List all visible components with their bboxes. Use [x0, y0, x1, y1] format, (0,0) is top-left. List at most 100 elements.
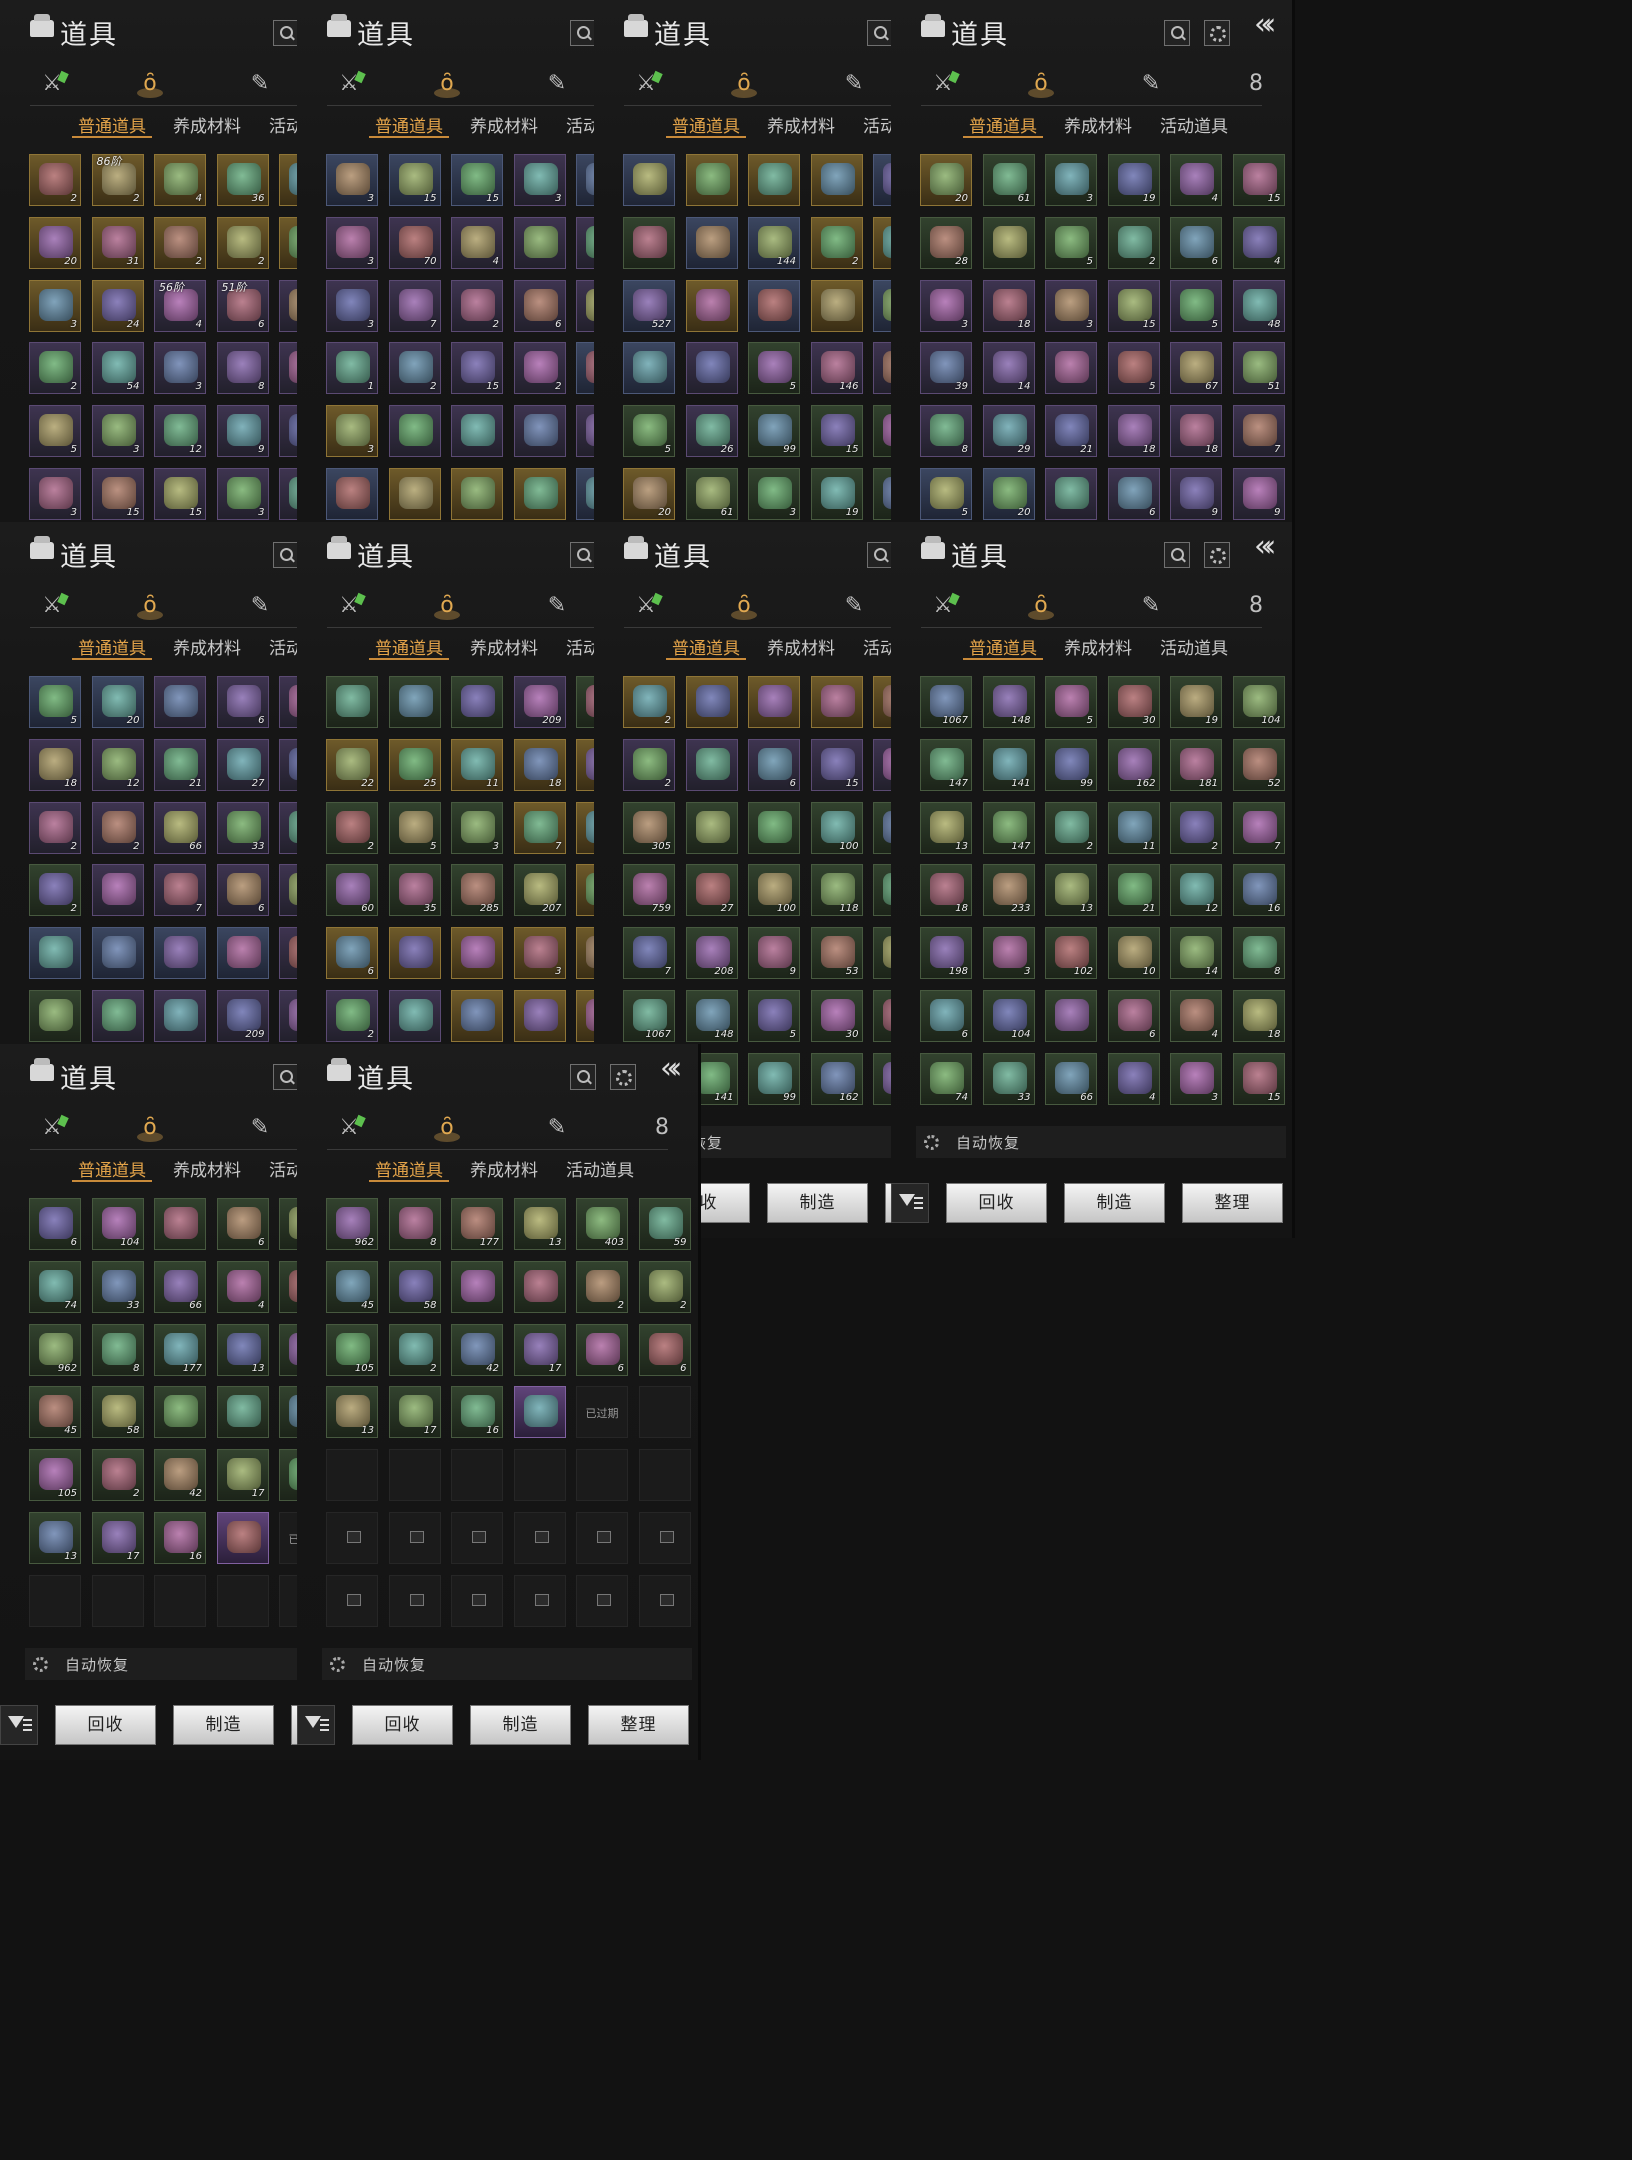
item-slot[interactable]: 5	[623, 405, 675, 458]
item-slot[interactable]: 66	[154, 801, 206, 854]
filter-icon[interactable]	[0, 1705, 38, 1745]
tab-common-items[interactable]: 普通道具	[369, 1156, 449, 1182]
item-slot[interactable]	[388, 468, 441, 520]
item-slot[interactable]: 147	[920, 738, 972, 791]
money-bag-icon[interactable]: ȏ	[135, 70, 165, 98]
item-slot[interactable]: 177	[154, 1323, 206, 1376]
item-slot[interactable]	[810, 676, 863, 728]
item-slot[interactable]: 7	[513, 801, 566, 854]
search-button[interactable]	[273, 20, 299, 46]
item-slot[interactable]	[388, 1449, 441, 1502]
item-slot[interactable]: 527	[623, 279, 675, 332]
search-button[interactable]	[867, 542, 893, 568]
tab-upgrade-materials[interactable]: 养成材料	[767, 634, 835, 659]
item-slot[interactable]: 105	[326, 1323, 378, 1376]
item-slot[interactable]	[326, 468, 378, 520]
tab-event-items[interactable]: 活动道具	[1160, 634, 1228, 659]
item-slot[interactable]: 118	[810, 864, 863, 917]
item-slot[interactable]: 9	[1170, 468, 1222, 520]
item-slot[interactable]: 42	[154, 1449, 206, 1502]
item-slot[interactable]: 10	[1107, 927, 1160, 980]
item-slot[interactable]: 198	[920, 927, 972, 980]
item-slot[interactable]: 99	[1045, 738, 1097, 791]
item-slot[interactable]: 12	[1170, 864, 1222, 917]
item-slot[interactable]: 11	[451, 738, 503, 791]
item-slot[interactable]: 18	[513, 738, 566, 791]
item-slot[interactable]: 13	[1045, 864, 1097, 917]
tab-common-items[interactable]: 普通道具	[963, 112, 1043, 138]
filter-icon[interactable]	[297, 1705, 335, 1745]
item-slot[interactable]	[388, 990, 441, 1042]
item-slot[interactable]	[451, 1512, 503, 1564]
item-slot[interactable]	[29, 927, 81, 980]
item-slot[interactable]: 已过期	[576, 1386, 628, 1439]
item-slot[interactable]: 15	[451, 154, 503, 206]
item-slot[interactable]	[1045, 342, 1097, 395]
tab-upgrade-materials[interactable]: 养成材料	[1064, 112, 1132, 137]
item-slot[interactable]: 6	[216, 1198, 269, 1250]
item-slot[interactable]	[216, 1512, 269, 1564]
item-slot[interactable]: 45	[326, 1260, 378, 1313]
item-slot[interactable]: 3	[451, 801, 503, 854]
item-slot[interactable]: 3	[748, 468, 800, 520]
item-slot[interactable]: 15	[1107, 279, 1160, 332]
recycle-button[interactable]: 回收	[55, 1705, 156, 1745]
scroll-icon[interactable]: ✎	[542, 70, 572, 98]
sort-button[interactable]: 整理	[588, 1705, 689, 1745]
item-slot[interactable]: 11	[1107, 801, 1160, 854]
item-slot[interactable]: 181	[1170, 738, 1222, 791]
item-slot[interactable]: 20	[982, 468, 1035, 520]
search-button[interactable]	[570, 542, 596, 568]
item-slot[interactable]	[216, 1386, 269, 1439]
item-slot[interactable]: 3	[29, 468, 81, 520]
item-slot[interactable]: 2	[1045, 801, 1097, 854]
item-slot[interactable]: 18	[982, 279, 1035, 332]
item-slot[interactable]	[685, 279, 738, 332]
item-slot[interactable]: 20	[920, 154, 972, 206]
item-slot[interactable]	[513, 468, 566, 520]
gourd-icon[interactable]: 8	[1241, 70, 1271, 98]
item-slot[interactable]: 2	[29, 801, 81, 854]
item-slot[interactable]: 20	[91, 676, 144, 728]
item-slot[interactable]: 61	[982, 154, 1035, 206]
item-slot[interactable]: 33	[216, 801, 269, 854]
item-slot[interactable]: 12	[154, 405, 206, 458]
item-slot[interactable]	[154, 990, 206, 1042]
money-bag-icon[interactable]: ȏ	[432, 592, 462, 620]
scroll-icon[interactable]: ✎	[245, 70, 275, 98]
item-slot[interactable]: 209	[513, 676, 566, 728]
back-arrow-icon[interactable]: «‹	[1254, 10, 1277, 40]
item-slot[interactable]: 13	[920, 801, 972, 854]
item-slot[interactable]	[154, 1574, 206, 1627]
item-slot[interactable]: 100	[810, 801, 863, 854]
item-slot[interactable]: 759	[623, 864, 675, 917]
item-slot[interactable]	[638, 1512, 691, 1564]
item-slot[interactable]: 8	[1232, 927, 1285, 980]
item-slot[interactable]: 962	[29, 1323, 81, 1376]
item-slot[interactable]: 7	[154, 864, 206, 917]
item-slot[interactable]: 59	[638, 1198, 691, 1250]
item-slot[interactable]	[638, 1574, 691, 1627]
item-slot[interactable]: 3	[1045, 154, 1097, 206]
back-arrow-icon[interactable]: «‹	[1254, 532, 1277, 562]
item-slot[interactable]: 19	[810, 468, 863, 520]
item-slot[interactable]: 42	[451, 1323, 503, 1376]
gear-icon[interactable]	[610, 1064, 636, 1090]
item-slot[interactable]: 33	[982, 1052, 1035, 1105]
item-slot[interactable]	[91, 927, 144, 980]
item-slot[interactable]: 2	[216, 216, 269, 269]
item-slot[interactable]: 61	[685, 468, 738, 520]
item-slot[interactable]: 21	[1045, 405, 1097, 458]
item-slot[interactable]: 208	[685, 927, 738, 980]
item-slot[interactable]: 2	[810, 216, 863, 269]
auto-restore-bar[interactable]: 自动恢复	[916, 1126, 1286, 1158]
money-bag-icon[interactable]: ȏ	[432, 1114, 462, 1142]
item-slot[interactable]: 4	[216, 1260, 269, 1313]
item-slot[interactable]	[1045, 468, 1097, 520]
item-slot[interactable]	[154, 1198, 206, 1250]
item-slot[interactable]: 53	[810, 927, 863, 980]
item-slot[interactable]: 15	[154, 468, 206, 520]
search-button[interactable]	[570, 20, 596, 46]
item-slot[interactable]	[513, 1512, 566, 1564]
tab-event-items[interactable]: 活动道具	[1160, 112, 1228, 137]
